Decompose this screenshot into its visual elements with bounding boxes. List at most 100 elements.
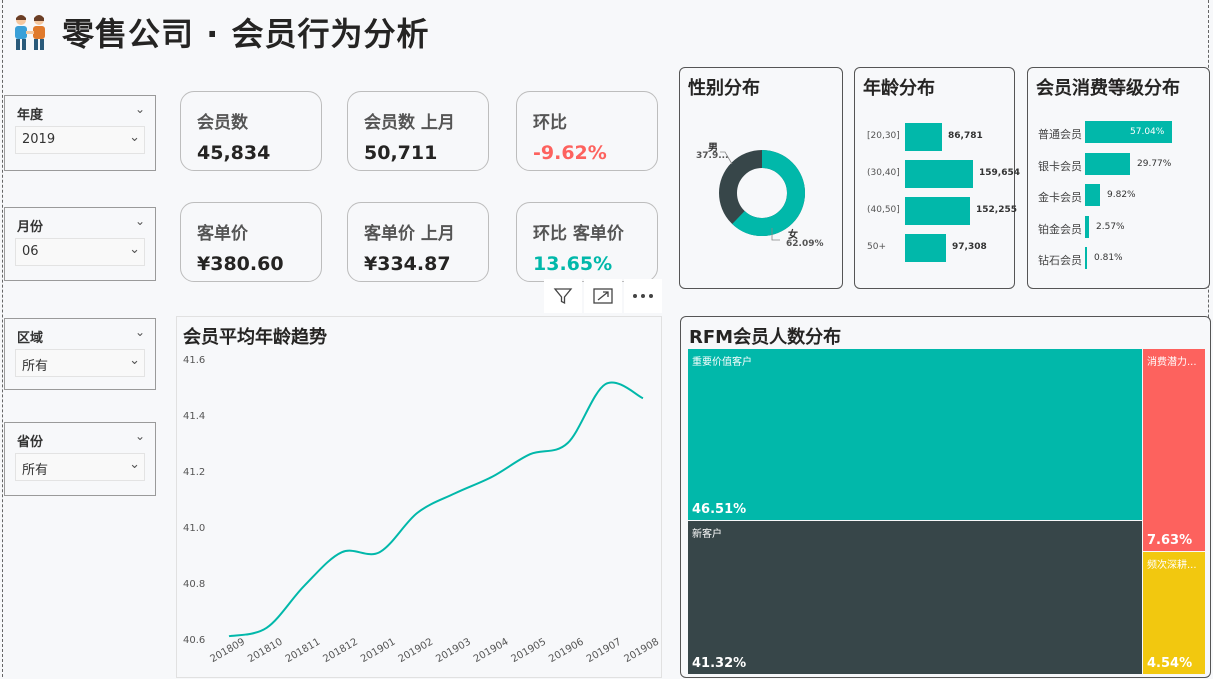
data-point[interactable]	[565, 440, 571, 446]
kpi-member-count-last-month[interactable]: 会员数 上月 50,711	[347, 91, 489, 171]
level-bar-label: 钻石会员	[1038, 254, 1082, 267]
card-title: RFM会员人数分布	[689, 327, 842, 348]
kpi-value: -9.62%	[533, 142, 607, 164]
visual-toolbar	[544, 279, 662, 313]
kpi-value: ¥380.60	[197, 253, 284, 275]
chevron-down-icon: ⌄	[129, 353, 140, 368]
treemap-cell-new-customer[interactable]: 新客户 41.32%	[688, 521, 1142, 674]
treemap-cell-important-value[interactable]: 重要价值客户 46.51%	[688, 349, 1142, 520]
people-holding-hands-icon	[10, 12, 50, 52]
member-level-card[interactable]: 会员消费等级分布 普通会员 57.04% 银卡会员 29.77% 金卡会员 9.82% 铂金…	[1027, 67, 1210, 289]
data-point[interactable]	[264, 625, 270, 631]
y-tick-label: 41.6	[183, 355, 205, 366]
treemap-cell-label: 新客户	[692, 529, 722, 540]
age-card[interactable]: 年龄分布 [20,30] 86,781 (30,40] 159,654 (40,50] 1…	[854, 67, 1020, 289]
x-tick-label: 201810	[246, 637, 285, 666]
card-title: 年龄分布	[863, 78, 935, 99]
chevron-down-icon[interactable]: ⌄	[135, 429, 145, 443]
slicer-dropdown[interactable]: 2019 ⌄	[15, 126, 145, 154]
data-point[interactable]	[377, 549, 383, 555]
level-bar-label: 铂金会员	[1038, 222, 1082, 236]
age-bar-value: 97,308	[952, 242, 987, 252]
treemap-cell-value: 4.54%	[1147, 656, 1193, 671]
x-tick-label: 201809	[208, 637, 247, 666]
avg-age-trend-card[interactable]: 会员平均年龄趋势 40.6 40.8 41.0 41.2 41.4 41.6 201809 2…	[176, 316, 662, 678]
card-title: 会员消费等级分布	[1036, 78, 1180, 99]
y-tick-label: 40.8	[183, 579, 205, 590]
filter-icon[interactable]	[544, 279, 582, 313]
treemap-cell-value: 46.51%	[692, 502, 747, 517]
level-bar[interactable]	[1085, 152, 1130, 175]
x-tick-label: 201904	[472, 637, 511, 666]
chevron-down-icon: ⌄	[129, 457, 140, 472]
data-point[interactable]	[527, 451, 533, 457]
series-line[interactable]	[228, 381, 644, 638]
age-bar[interactable]	[905, 123, 942, 151]
more-options-icon[interactable]	[624, 279, 662, 313]
kpi-member-mom[interactable]: 环比 -9.62%	[516, 91, 658, 171]
age-bar-value: 159,654	[979, 168, 1020, 178]
slicer-dropdown[interactable]: 所有 ⌄	[15, 349, 145, 377]
treemap-cell-label: 重要价值客户	[692, 357, 752, 368]
treemap-cell-label: 消费潜力...	[1147, 357, 1197, 368]
age-bar[interactable]	[905, 234, 946, 262]
data-point[interactable]	[226, 633, 232, 639]
data-point[interactable]	[339, 549, 345, 555]
x-tick-label: 201903	[434, 637, 473, 666]
kpi-avg-order-last-month[interactable]: 客单价 上月 ¥334.87	[347, 202, 489, 282]
data-point[interactable]	[489, 474, 495, 480]
slicer-value: 所有	[22, 359, 49, 374]
gender-card[interactable]: 性别分布 男 37.9... 女 62.09%	[679, 67, 843, 289]
slicer-dropdown[interactable]: 所有 ⌄	[15, 453, 145, 481]
data-point[interactable]	[414, 510, 420, 516]
level-bar[interactable]	[1085, 184, 1100, 206]
line-chart: 40.640.841.041.241.441.6201809 201810 2018…	[183, 355, 661, 666]
data-point[interactable]	[452, 490, 458, 496]
kpi-label: 会员数 上月	[364, 113, 455, 133]
treemap-cell-value: 7.63%	[1147, 533, 1193, 548]
age-bar-label: (40,50]	[867, 205, 900, 215]
age-bar-value: 152,255	[976, 205, 1017, 215]
y-tick-label: 41.4	[183, 411, 205, 422]
kpi-member-count[interactable]: 会员数 45,834	[180, 91, 322, 171]
slicer-dropdown[interactable]: 06 ⌄	[15, 238, 145, 266]
chevron-down-icon[interactable]: ⌄	[135, 325, 145, 339]
slicer-year[interactable]: 年度 ⌄ 2019 ⌄	[4, 95, 156, 171]
level-bar-value: 0.81%	[1094, 253, 1123, 263]
chevron-down-icon: ⌄	[129, 130, 140, 145]
slicer-month[interactable]: 月份 ⌄ 06 ⌄	[4, 207, 156, 281]
level-bar[interactable]	[1085, 247, 1087, 269]
focus-mode-icon[interactable]	[584, 279, 622, 313]
age-bar[interactable]	[905, 197, 970, 225]
data-point[interactable]	[640, 395, 646, 401]
kpi-label: 客单价 上月	[364, 224, 455, 244]
slicer-value: 06	[22, 244, 39, 259]
data-point[interactable]	[301, 583, 307, 589]
chevron-down-icon[interactable]: ⌄	[135, 102, 145, 116]
treemap-cell-potential[interactable]: 消费潜力... 7.63%	[1143, 349, 1205, 551]
level-bar[interactable]	[1085, 215, 1089, 238]
header: 零售公司 · 会员行为分析	[10, 10, 429, 54]
gender-male-value: 37.9...	[696, 151, 729, 161]
treemap-cell-value: 41.32%	[692, 656, 747, 671]
data-point[interactable]	[602, 381, 608, 387]
treemap-cell-frequency[interactable]: 频次深耕... 4.54%	[1143, 552, 1205, 674]
kpi-label: 客单价	[197, 224, 248, 244]
slicer-value: 所有	[22, 463, 49, 478]
x-tick-label: 201907	[585, 637, 624, 666]
age-bar-label: (30,40]	[867, 168, 900, 178]
level-bar-value: 9.82%	[1107, 190, 1136, 200]
slicer-province[interactable]: 省份 ⌄ 所有 ⌄	[4, 422, 156, 496]
kpi-avg-order-mom[interactable]: 环比 客单价 13.65%	[516, 202, 658, 282]
gender-female-value: 62.09%	[786, 239, 824, 249]
age-bar[interactable]	[905, 160, 973, 188]
level-bar-label: 普通会员	[1038, 128, 1082, 141]
x-tick-label: 201908	[622, 637, 661, 666]
slicer-region[interactable]: 区域 ⌄ 所有 ⌄	[4, 318, 156, 390]
kpi-label: 环比 客单价	[533, 224, 624, 244]
kpi-avg-order[interactable]: 客单价 ¥380.60	[180, 202, 322, 282]
y-tick-label: 41.2	[183, 467, 205, 478]
rfm-card[interactable]: RFM会员人数分布 重要价值客户 46.51% 新客户 41.32% 消费潜力.…	[680, 316, 1211, 678]
chevron-down-icon[interactable]: ⌄	[135, 214, 145, 228]
slicer-label: 月份	[17, 220, 44, 235]
